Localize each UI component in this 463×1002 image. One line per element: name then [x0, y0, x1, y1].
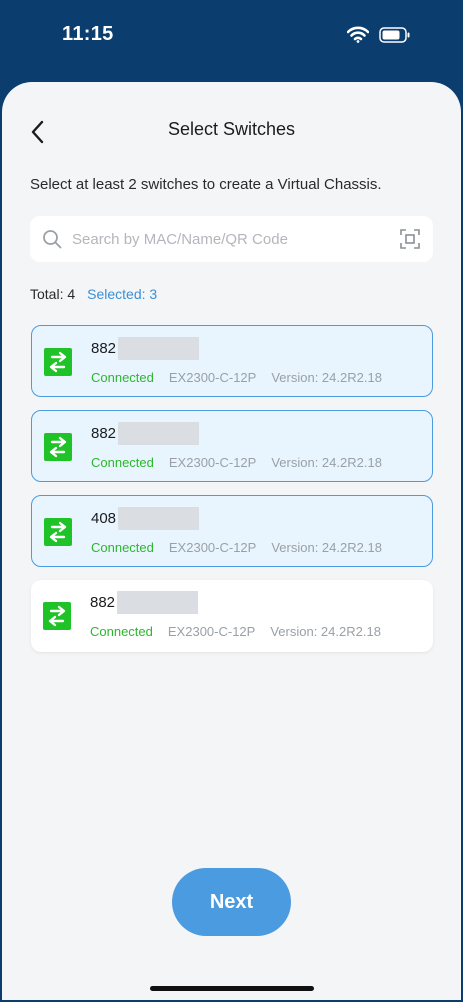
- redacted-mac: [118, 337, 199, 360]
- switch-status: Connected: [91, 370, 154, 385]
- switch-version: Version: 24.2R2.18: [271, 455, 382, 470]
- switch-name: 882: [91, 340, 117, 357]
- switch-status: Connected: [91, 540, 154, 555]
- total-count: Total: 4: [30, 286, 76, 302]
- switch-arrows-icon: [44, 433, 72, 461]
- switch-model: EX2300-C-12P: [167, 624, 256, 639]
- status-bar: 11:15: [0, 0, 463, 82]
- selection-counts: Total: 4 Selected: 3: [30, 286, 157, 302]
- switch-model: EX2300-C-12P: [168, 540, 257, 555]
- home-indicator: [150, 986, 314, 991]
- switch-status: Connected: [91, 455, 154, 470]
- switch-name: 408: [91, 510, 117, 527]
- switch-arrows-icon: [43, 602, 71, 630]
- redacted-mac: [118, 507, 199, 530]
- wifi-icon: [347, 26, 369, 43]
- switch-arrows-icon: [44, 348, 72, 376]
- switch-meta: Connected EX2300-C-12P Version: 24.2R2.1…: [91, 540, 382, 555]
- search-bar[interactable]: [30, 216, 433, 262]
- redacted-mac: [118, 422, 199, 445]
- main-sheet: Select Switches Select at least 2 switch…: [2, 82, 461, 1000]
- scan-icon[interactable]: [399, 228, 421, 250]
- switch-name: 882: [90, 594, 116, 611]
- instruction-text: Select at least 2 switches to create a V…: [30, 176, 382, 193]
- switch-name: 882: [91, 425, 117, 442]
- switch-version: Version: 24.2R2.18: [270, 624, 381, 639]
- switch-card[interactable]: 882 Connected EX2300-C-12P Version: 24.2…: [31, 325, 433, 397]
- switch-version: Version: 24.2R2.18: [271, 540, 382, 555]
- redacted-mac: [117, 591, 198, 614]
- status-icons: [347, 26, 411, 43]
- switch-status: Connected: [90, 624, 153, 639]
- switch-meta: Connected EX2300-C-12P Version: 24.2R2.1…: [91, 455, 382, 470]
- switch-model: EX2300-C-12P: [168, 455, 257, 470]
- switch-list: 882 Connected EX2300-C-12P Version: 24.2…: [31, 325, 433, 665]
- status-time: 11:15: [62, 23, 114, 45]
- battery-icon: [379, 26, 410, 43]
- switch-arrows-icon: [44, 518, 72, 546]
- page-title: Select Switches: [167, 119, 296, 139]
- search-icon: [43, 230, 62, 249]
- selected-count: Selected: 3: [87, 286, 158, 302]
- next-button[interactable]: Next: [172, 868, 291, 936]
- switch-meta: Connected EX2300-C-12P Version: 24.2R2.1…: [91, 370, 382, 385]
- switch-card[interactable]: 882 Connected EX2300-C-12P Version: 24.2…: [31, 580, 433, 652]
- switch-model: EX2300-C-12P: [168, 370, 257, 385]
- switch-card[interactable]: 408 Connected EX2300-C-12P Version: 24.2…: [31, 495, 433, 567]
- switch-version: Version: 24.2R2.18: [271, 370, 382, 385]
- search-input[interactable]: [72, 216, 382, 262]
- switch-card[interactable]: 882 Connected EX2300-C-12P Version: 24.2…: [31, 410, 433, 482]
- switch-meta: Connected EX2300-C-12P Version: 24.2R2.1…: [90, 624, 381, 639]
